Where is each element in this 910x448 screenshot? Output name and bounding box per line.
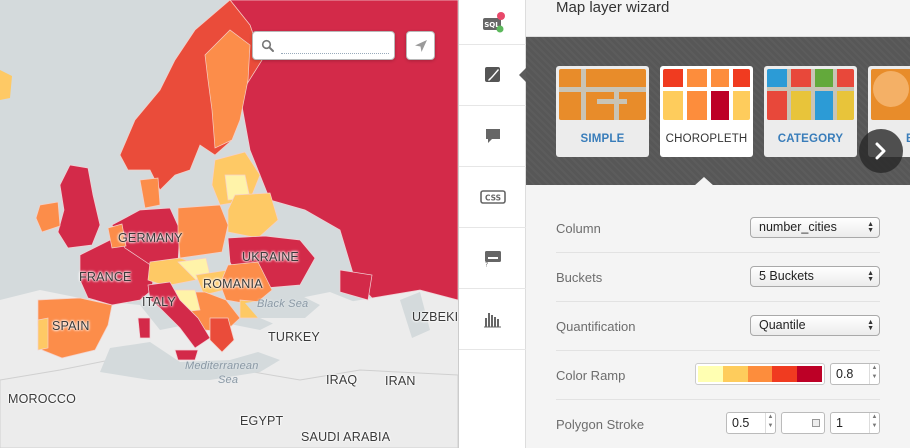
select-arrows-icon: ▲ ▼: [867, 319, 874, 332]
stepper-arrows-icon[interactable]: ▲ ▼: [869, 413, 879, 433]
row-polygon-stroke: Polygon Stroke 0.5 ▲ ▼ 1 ▲ ▼: [556, 400, 880, 448]
label-france: FRANCE: [79, 270, 132, 284]
panel-title: Map layer wizard: [556, 0, 670, 16]
bubble-thumbnail: [871, 69, 910, 120]
svg-text:?: ?: [485, 262, 488, 268]
paintbrush-icon: [484, 67, 500, 82]
buckets-select[interactable]: 5 Buckets ▲ ▼: [750, 266, 880, 287]
tool-legend[interactable]: ?: [459, 228, 526, 289]
color-ramp-opacity-input[interactable]: 0.8 ▲ ▼: [830, 363, 880, 385]
quantification-label: Quantification: [556, 319, 636, 334]
tool-infowindow[interactable]: [459, 106, 526, 167]
stroke-color-picker[interactable]: [781, 412, 825, 434]
color-ramp-swatch-3: [747, 366, 773, 382]
select-arrows-icon: ▲ ▼: [867, 221, 874, 234]
histogram-icon: [483, 313, 501, 328]
wizard-form: Column number_cities ▲ ▼ Buckets 5 Bucket…: [556, 204, 880, 448]
sql-badge-ok: [496, 25, 503, 33]
legend-icon: ?: [484, 251, 501, 268]
row-quantification: Quantification Quantile ▲ ▼: [556, 302, 880, 351]
choropleth-thumbnail: [663, 69, 750, 120]
svg-text:CSS: CSS: [484, 194, 500, 203]
map-canvas[interactable]: GERMANY UKRAINE FRANCE ROMANIA ITALY Bla…: [0, 0, 458, 448]
color-chip-icon: [812, 419, 820, 427]
column-select[interactable]: number_cities ▲ ▼: [750, 217, 880, 238]
search-icon: [261, 39, 274, 52]
label-germany: GERMANY: [118, 231, 183, 245]
location-arrow-icon: [415, 40, 427, 52]
tool-sql[interactable]: SQL: [459, 0, 526, 45]
polygon-stroke-label: Polygon Stroke: [556, 417, 645, 432]
row-column: Column number_cities ▲ ▼: [556, 204, 880, 253]
selected-wizard-pointer: [694, 177, 714, 186]
color-ramp-swatch-5: [797, 366, 822, 382]
stroke-width-value: 0.5: [732, 416, 750, 430]
wizard-card-category[interactable]: CATEGORY: [764, 66, 857, 157]
label-egypt: EGYPT: [240, 414, 284, 428]
label-ukraine: UKRAINE: [242, 250, 299, 264]
column-value: number_cities: [759, 220, 837, 234]
chevron-right-icon: [875, 142, 886, 160]
label-iraq: IRAQ: [326, 373, 358, 387]
panel-header: Map layer wizard: [526, 0, 910, 37]
map-search-box[interactable]: [252, 31, 395, 60]
wizard-label: SIMPLE: [580, 133, 625, 145]
select-arrows-icon: ▲ ▼: [867, 270, 874, 283]
stroke-width-input[interactable]: 0.5 ▲ ▼: [726, 412, 776, 434]
stroke-opacity-input[interactable]: 1 ▲ ▼: [830, 412, 880, 434]
label-saudi-arabia: SAUDI ARABIA: [301, 430, 391, 444]
label-mediterranean-sea: Sea: [218, 374, 239, 386]
tool-wizard[interactable]: [459, 45, 527, 106]
label-morocco: MOROCCO: [8, 392, 77, 406]
layer-toolbar: SQL CSS ?: [458, 0, 527, 448]
wizard-card-choropleth[interactable]: CHOROPLETH: [660, 66, 753, 157]
buckets-label: Buckets: [556, 270, 603, 285]
color-ramp-picker[interactable]: [695, 363, 825, 385]
simple-thumbnail: [559, 69, 646, 120]
wizard-panel: Map layer wizard SIMPLE CHOROPLETH CATEG…: [526, 0, 910, 448]
color-ramp-swatch-2: [722, 366, 748, 382]
wizard-label: CATEGORY: [777, 133, 844, 145]
sql-badge-error: [496, 12, 505, 20]
label-italy: ITALY: [142, 295, 176, 309]
buckets-value: 5 Buckets: [759, 269, 814, 283]
tool-filters[interactable]: [459, 289, 526, 350]
tool-css[interactable]: CSS: [459, 167, 526, 228]
row-color-ramp: Color Ramp 0.8 ▲ ▼: [556, 351, 880, 400]
label-black-sea: Black Sea: [257, 298, 309, 310]
color-ramp-opacity-value: 0.8: [836, 367, 854, 381]
column-label: Column: [556, 221, 601, 236]
color-ramp-swatch-4: [772, 366, 798, 382]
app-window: GERMANY UKRAINE FRANCE ROMANIA ITALY Bla…: [0, 0, 910, 448]
carousel-next-button[interactable]: [859, 129, 903, 173]
category-thumbnail: [767, 69, 854, 120]
stepper-arrows-icon[interactable]: ▲ ▼: [869, 364, 879, 384]
speech-bubble-icon: [485, 129, 500, 143]
label-spain: SPAIN: [52, 319, 90, 333]
wizard-carousel: SIMPLE CHOROPLETH CATEGORY: [526, 37, 910, 185]
color-ramp-swatch-1: [698, 366, 723, 382]
sql-icon: SQL: [482, 12, 505, 33]
label-romania: ROMANIA: [203, 277, 263, 291]
stepper-arrows-icon[interactable]: ▲ ▼: [765, 413, 775, 433]
locate-button[interactable]: [406, 31, 435, 60]
label-turkey: TURKEY: [268, 330, 320, 344]
quantification-select[interactable]: Quantile ▲ ▼: [750, 315, 880, 336]
map-search-input[interactable]: [281, 38, 389, 54]
color-ramp-label: Color Ramp: [556, 368, 626, 383]
label-uzbekistan: UZBEKIS: [412, 310, 458, 324]
row-buckets: Buckets 5 Buckets ▲ ▼: [556, 253, 880, 302]
quantification-value: Quantile: [759, 318, 806, 332]
css-icon: CSS: [479, 190, 506, 204]
label-iran: IRAN: [385, 374, 416, 388]
label-mediterranean: Mediterranean: [185, 360, 259, 372]
wizard-label: CHOROPLETH: [665, 133, 748, 145]
wizard-card-simple[interactable]: SIMPLE: [556, 66, 649, 157]
stroke-opacity-value: 1: [836, 416, 843, 430]
